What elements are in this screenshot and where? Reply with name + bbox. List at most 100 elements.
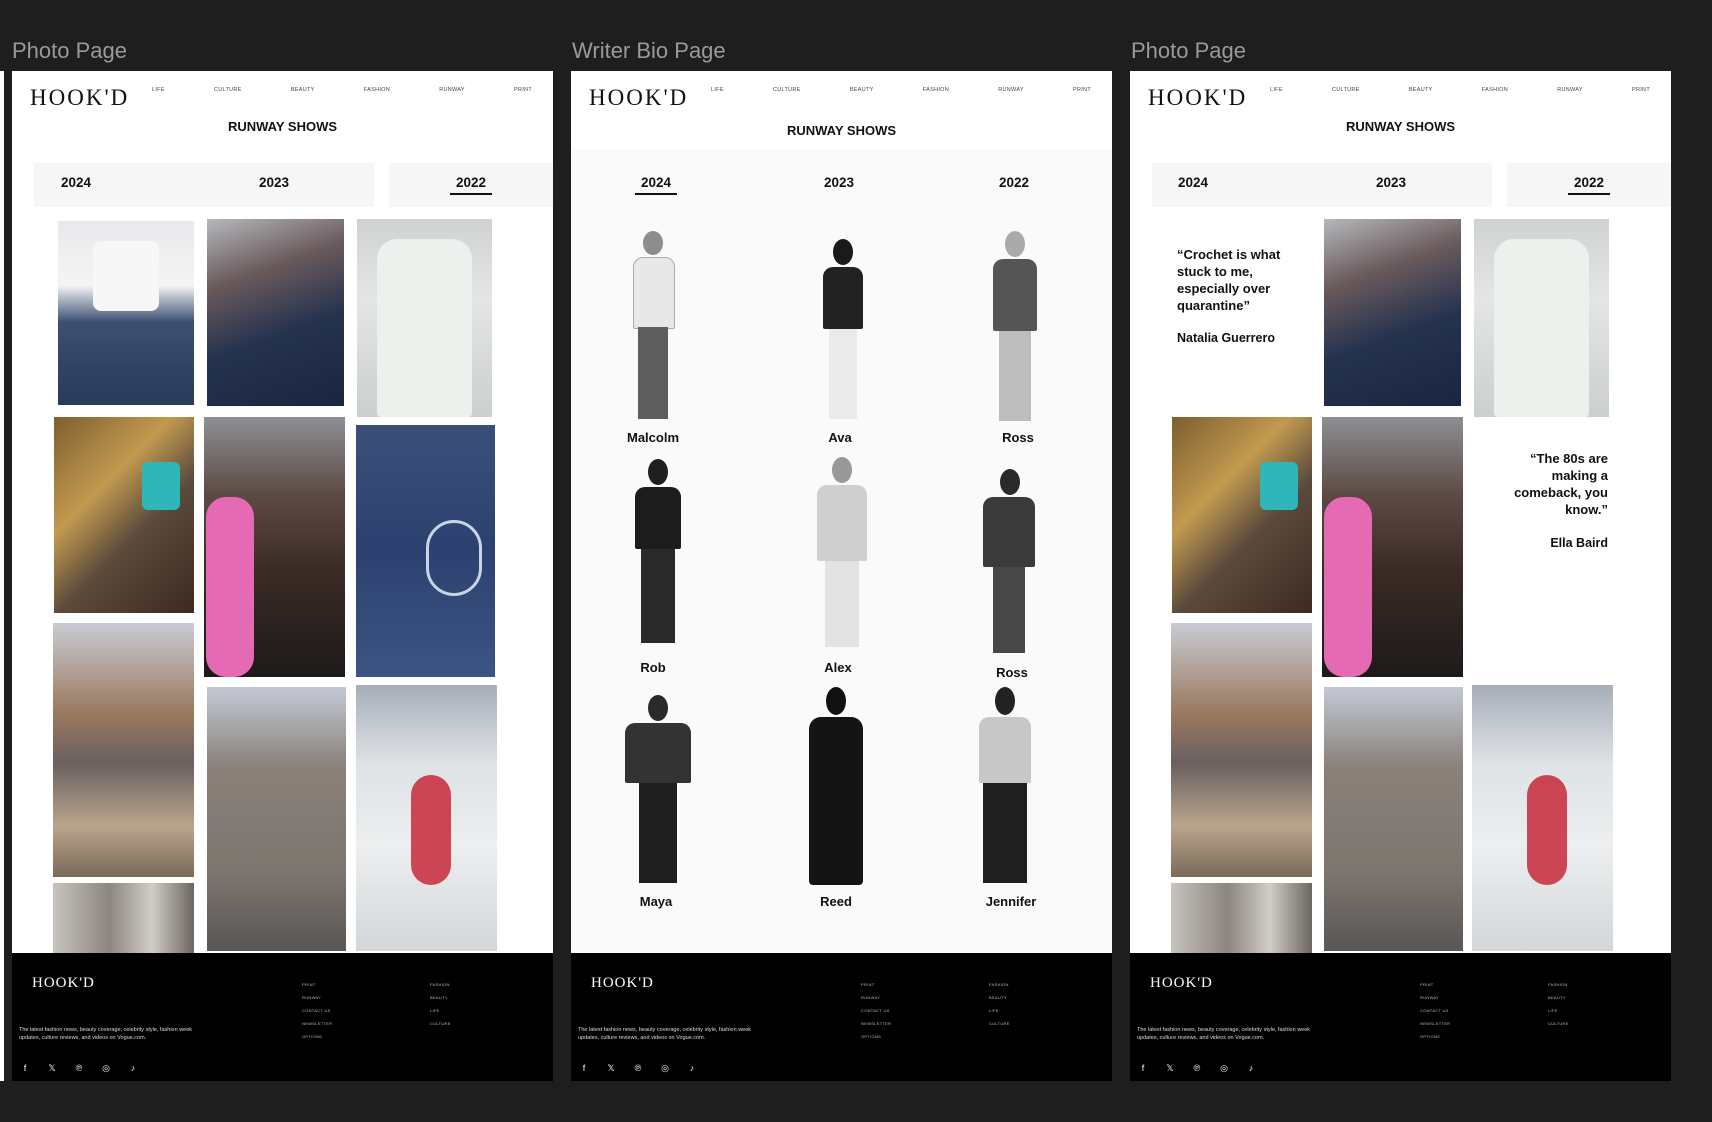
runway-photo[interactable] [1324, 687, 1463, 951]
x-icon[interactable]: 𝕏 [1164, 1063, 1176, 1074]
runway-photo[interactable] [207, 219, 344, 406]
instagram-icon[interactable]: ◎ [659, 1063, 671, 1074]
footer-link-runway[interactable]: RUNWAY [861, 995, 891, 1008]
runway-photo[interactable] [1324, 219, 1461, 406]
nav-life[interactable]: LIFE [152, 87, 165, 93]
facebook-icon[interactable]: f [19, 1063, 31, 1074]
footer-link-beauty[interactable]: BEAUTY [430, 995, 451, 1008]
tab-2024[interactable]: 2024 [634, 175, 678, 195]
tab-2023[interactable]: 2023 [259, 175, 289, 190]
logo[interactable]: HOOK'D [1148, 85, 1247, 111]
writer-name[interactable]: Reed [820, 894, 852, 909]
footer-link-beauty[interactable]: BEAUTY [1548, 995, 1569, 1008]
footer-link-newsletter[interactable]: NEWSLETTER [861, 1021, 891, 1034]
writer-photo[interactable] [817, 457, 867, 651]
runway-photo[interactable] [357, 219, 492, 417]
nav-print[interactable]: PRINT [1632, 87, 1650, 93]
footer-link-contact[interactable]: CONTACT US [861, 1008, 891, 1021]
runway-photo[interactable] [204, 417, 345, 677]
tab-2023[interactable]: 2023 [1376, 175, 1406, 190]
footer-link-fashion[interactable]: FASHION [989, 982, 1010, 995]
nav-culture[interactable]: CULTURE [773, 87, 801, 93]
nav-beauty[interactable]: BEAUTY [1409, 87, 1433, 93]
tab-2022[interactable]: 2022 [1567, 175, 1611, 195]
nav-runway[interactable]: RUNWAY [439, 87, 465, 93]
footer-link-newsletter[interactable]: NEWSLETTER [1420, 1021, 1450, 1034]
runway-photo[interactable] [1472, 685, 1613, 951]
nav-print[interactable]: PRINT [514, 87, 532, 93]
writer-name[interactable]: Ross [996, 665, 1028, 680]
footer-link-culture[interactable]: CULTURE [989, 1021, 1010, 1034]
tiktok-icon[interactable]: ♪ [1245, 1063, 1257, 1074]
nav-print[interactable]: PRINT [1073, 87, 1091, 93]
footer-logo[interactable]: HOOK'D [1150, 975, 1213, 992]
instagram-icon[interactable]: ◎ [1218, 1063, 1230, 1074]
runway-photo[interactable] [1172, 417, 1312, 613]
tab-2024[interactable]: 2024 [61, 175, 91, 190]
writer-photo[interactable] [993, 231, 1037, 425]
tab-2022[interactable]: 2022 [449, 175, 493, 195]
writer-name[interactable]: Rob [640, 660, 665, 675]
facebook-icon[interactable]: f [578, 1063, 590, 1074]
runway-photo[interactable] [54, 417, 194, 613]
tab-2022[interactable]: 2022 [999, 175, 1029, 190]
nav-fashion[interactable]: FASHION [1482, 87, 1508, 93]
instagram-icon[interactable]: ◎ [100, 1063, 112, 1074]
footer-link-contact[interactable]: CONTACT US [1420, 1008, 1450, 1021]
frame-label-photo-page-1[interactable]: Photo Page [12, 38, 127, 64]
footer-link-print[interactable]: PRINT [1420, 982, 1450, 995]
pinterest-icon[interactable]: ℗ [1191, 1063, 1203, 1074]
nav-beauty[interactable]: BEAUTY [850, 87, 874, 93]
x-icon[interactable]: 𝕏 [46, 1063, 58, 1074]
frame-label-writer-bio-page[interactable]: Writer Bio Page [572, 38, 726, 64]
nav-culture[interactable]: CULTURE [1332, 87, 1360, 93]
footer-link-print[interactable]: PRINT [302, 982, 332, 995]
footer-link-newsletter[interactable]: NEWSLETTER [302, 1021, 332, 1034]
footer-link-beauty[interactable]: BEAUTY [989, 995, 1010, 1008]
runway-photo[interactable] [356, 685, 497, 951]
runway-photo[interactable] [356, 425, 495, 677]
runway-photo[interactable] [58, 221, 194, 405]
logo[interactable]: HOOK'D [589, 85, 688, 111]
runway-photo[interactable] [207, 687, 346, 951]
writer-photo[interactable] [983, 469, 1035, 659]
tab-2023[interactable]: 2023 [824, 175, 854, 190]
writer-name[interactable]: Alex [824, 660, 851, 675]
writer-photo[interactable] [975, 687, 1035, 891]
footer-link-life[interactable]: LIFE [1548, 1008, 1569, 1021]
footer-link-options[interactable]: OPTIONS [1420, 1034, 1450, 1047]
runway-photo[interactable] [1322, 417, 1463, 677]
writer-name[interactable]: Ross [1002, 430, 1034, 445]
runway-photo[interactable] [1171, 883, 1312, 953]
footer-link-print[interactable]: PRINT [861, 982, 891, 995]
footer-link-runway[interactable]: RUNWAY [1420, 995, 1450, 1008]
pinterest-icon[interactable]: ℗ [632, 1063, 644, 1074]
footer-logo[interactable]: HOOK'D [591, 975, 654, 992]
nav-beauty[interactable]: BEAUTY [291, 87, 315, 93]
writer-name[interactable]: Malcolm [627, 430, 679, 445]
footer-link-culture[interactable]: CULTURE [430, 1021, 451, 1034]
pinterest-icon[interactable]: ℗ [73, 1063, 85, 1074]
footer-link-contact[interactable]: CONTACT US [302, 1008, 332, 1021]
footer-link-fashion[interactable]: FASHION [1548, 982, 1569, 995]
writer-name[interactable]: Maya [640, 894, 673, 909]
tiktok-icon[interactable]: ♪ [686, 1063, 698, 1074]
writer-photo[interactable] [823, 239, 863, 423]
runway-photo[interactable] [53, 883, 194, 953]
tiktok-icon[interactable]: ♪ [127, 1063, 139, 1074]
nav-runway[interactable]: RUNWAY [998, 87, 1024, 93]
footer-link-options[interactable]: OPTIONS [861, 1034, 891, 1047]
facebook-icon[interactable]: f [1137, 1063, 1149, 1074]
footer-logo[interactable]: HOOK'D [32, 975, 95, 992]
footer-link-life[interactable]: LIFE [989, 1008, 1010, 1021]
footer-link-life[interactable]: LIFE [430, 1008, 451, 1021]
nav-culture[interactable]: CULTURE [214, 87, 242, 93]
footer-link-fashion[interactable]: FASHION [430, 982, 451, 995]
logo[interactable]: HOOK'D [30, 85, 129, 111]
writer-name[interactable]: Jennifer [986, 894, 1037, 909]
nav-fashion[interactable]: FASHION [364, 87, 390, 93]
nav-life[interactable]: LIFE [1270, 87, 1283, 93]
writer-photo[interactable] [809, 687, 863, 891]
writer-name[interactable]: Ava [828, 430, 851, 445]
footer-link-culture[interactable]: CULTURE [1548, 1021, 1569, 1034]
